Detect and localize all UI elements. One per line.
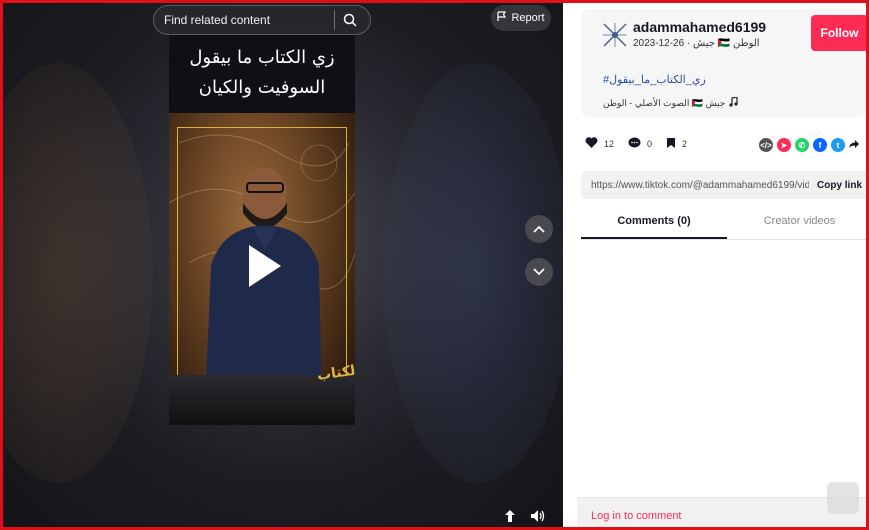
- embed-icon[interactable]: </>: [759, 138, 773, 152]
- whatsapp-icon[interactable]: ✆: [795, 138, 809, 152]
- author-subline: 2023-12-26 · جيش 🇵🇸 الوطن: [633, 38, 760, 49]
- play-icon[interactable]: [245, 241, 285, 291]
- previous-video-button[interactable]: [525, 215, 553, 243]
- bookmark-icon: [666, 137, 676, 151]
- tab-divider: [581, 239, 866, 240]
- comment-icon: [628, 137, 641, 151]
- comment-bar: Log in to comment: [577, 482, 866, 527]
- engagement-stats: 12 0 2: [585, 137, 687, 151]
- login-to-comment-link[interactable]: Log in to comment: [591, 510, 682, 522]
- share-arrow-icon[interactable]: [849, 136, 859, 154]
- avatar[interactable]: [601, 21, 629, 49]
- video-player[interactable]: زي الكتاب ما بيقول السوفيت والكيان الكتا…: [169, 35, 355, 425]
- details-panel: adammahamed6199 2023-12-26 · جيش 🇵🇸 الوط…: [563, 3, 866, 527]
- video-title-line-2: السوفيت والكيان: [198, 77, 326, 98]
- volume-icon: [530, 509, 546, 528]
- copy-link-button[interactable]: Copy link: [817, 180, 862, 191]
- save-count: 2: [682, 139, 688, 149]
- caption-hashtag[interactable]: #زي_الكتاب_ما_بيقول: [603, 73, 706, 86]
- music-label: الصوت الأصلي - الوطن 🇵🇸 جيش: [603, 97, 726, 108]
- video-url: https://www.tiktok.com/@adammahamed6199/…: [591, 179, 809, 191]
- flag-icon: [497, 11, 507, 25]
- video-pane: Report زي الكتاب ما بيقول السوفيت والكيا…: [3, 3, 563, 528]
- report-label: Report: [511, 12, 545, 24]
- search-input[interactable]: [154, 13, 334, 27]
- save-stat[interactable]: 2: [666, 137, 687, 151]
- pip-button[interactable]: [499, 507, 521, 528]
- chevron-up-icon: [533, 220, 545, 238]
- report-button[interactable]: Report: [491, 5, 551, 31]
- music-row[interactable]: الصوت الأصلي - الوطن 🇵🇸 جيش: [603, 96, 738, 109]
- volume-button[interactable]: [527, 507, 549, 528]
- copy-link-box: https://www.tiktok.com/@adammahamed6199/…: [581, 171, 866, 199]
- chevron-down-icon: [533, 263, 545, 281]
- twitter-icon[interactable]: t: [831, 138, 845, 152]
- tab-bar: Comments (0) Creator videos: [581, 209, 866, 239]
- author-username[interactable]: adammahamed6199: [633, 19, 766, 35]
- search-icon[interactable]: [335, 6, 365, 34]
- next-video-button[interactable]: [525, 258, 553, 286]
- watermark-logo: [827, 482, 859, 514]
- like-count: 12: [604, 139, 615, 149]
- tab-comments[interactable]: Comments (0): [581, 209, 727, 239]
- window-frame: Report زي الكتاب ما بيقول السوفيت والكيا…: [0, 0, 869, 530]
- tab-creator-videos[interactable]: Creator videos: [727, 209, 866, 239]
- send-to-friends-icon[interactable]: ➤: [777, 138, 791, 152]
- music-note-icon: [729, 96, 738, 109]
- follow-button[interactable]: Follow: [811, 15, 866, 51]
- video-title: زي الكتاب ما بيقول السوفيت والكيان: [169, 43, 355, 103]
- background-blur-left: [3, 63, 153, 483]
- search-bar[interactable]: [153, 5, 371, 35]
- share-buttons: </> ➤ ✆ f t: [759, 136, 859, 154]
- facebook-icon[interactable]: f: [813, 138, 827, 152]
- comment-stat[interactable]: 0: [628, 137, 652, 151]
- heart-icon: [585, 137, 598, 151]
- video-title-line-1: زي الكتاب ما بيقول: [189, 47, 335, 68]
- floating-player-icon: [503, 509, 517, 528]
- like-stat[interactable]: 12: [585, 137, 614, 151]
- comment-count: 0: [647, 139, 653, 149]
